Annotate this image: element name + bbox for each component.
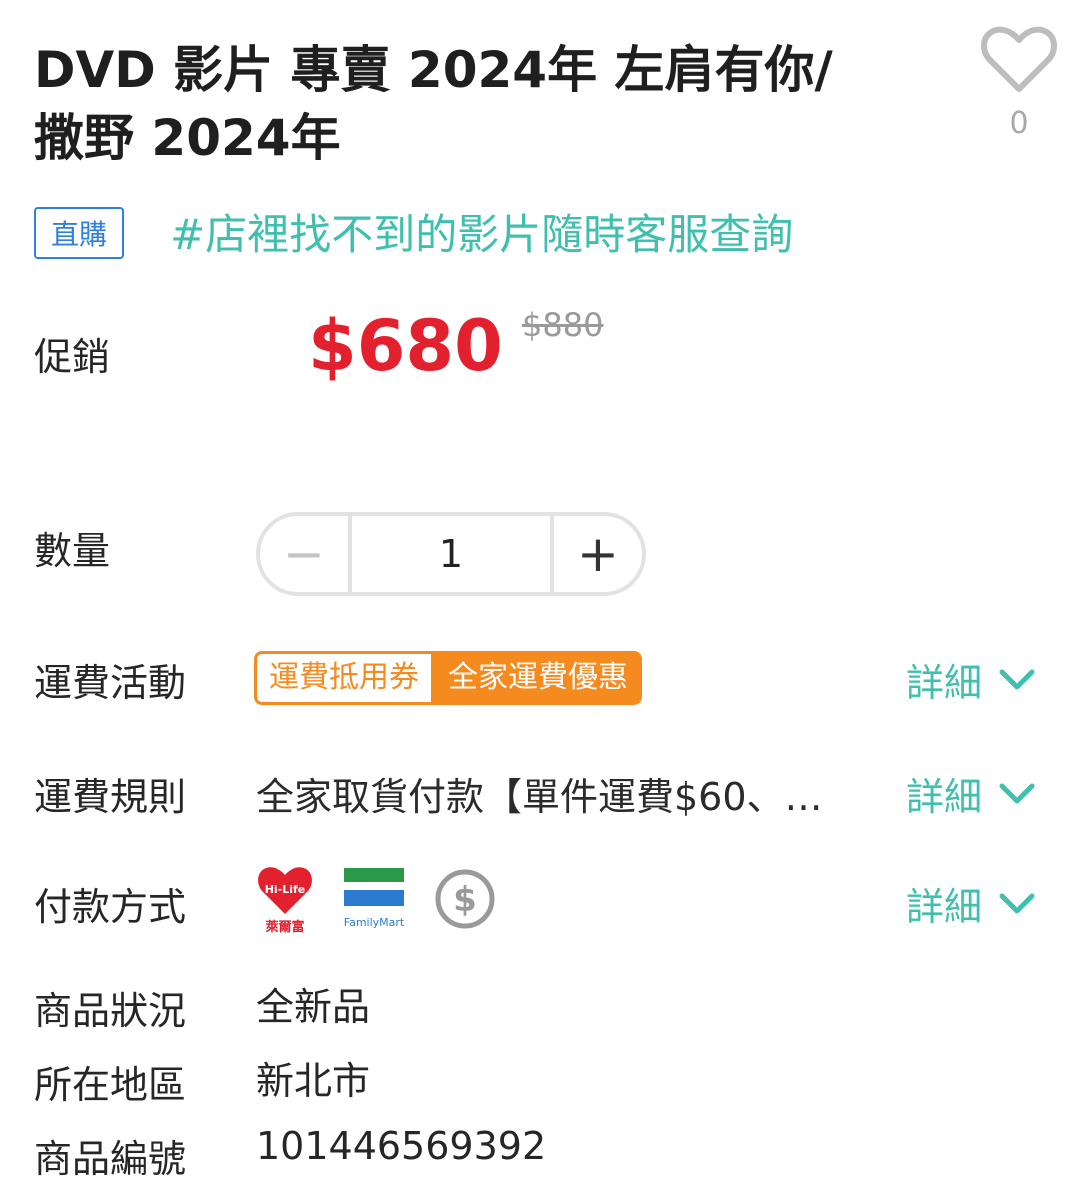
familymart-icon: FamilyMart: [344, 868, 405, 929]
sale-price: $680: [308, 305, 503, 387]
location-label: 所在地區: [34, 1063, 187, 1107]
promo-label: 促銷: [34, 335, 111, 379]
condition-value: 全新品: [256, 985, 371, 1029]
chevron-down-icon: [999, 893, 1035, 913]
favorite-count: 0: [1009, 106, 1029, 141]
quantity-stepper: − 1 +: [256, 512, 646, 596]
payment-detail-button[interactable]: 詳細: [906, 876, 1036, 931]
quantity-input[interactable]: 1: [348, 516, 554, 592]
shipping-rule-label: 運費規則: [34, 775, 187, 819]
shipping-promo-tags: 運費抵用券 全家運費優惠: [254, 651, 642, 705]
familymart-text: FamilyMart: [344, 916, 405, 929]
shipping-promo-detail-button[interactable]: 詳細: [906, 652, 1036, 707]
shipping-promo-label: 運費活動: [34, 661, 187, 705]
location-value: 新北市: [256, 1059, 371, 1103]
svg-text:$: $: [453, 880, 477, 920]
condition-label: 商品狀況: [34, 989, 187, 1033]
detail-label: 詳細: [906, 661, 983, 705]
shipping-rule-detail-button[interactable]: 詳細: [906, 766, 1036, 821]
product-id-label: 商品編號: [34, 1137, 187, 1181]
chevron-down-icon: [999, 669, 1035, 689]
cash-dollar-icon: $: [435, 869, 495, 929]
hilife-text: Hi-Life: [265, 883, 306, 896]
original-price: $880: [522, 306, 604, 344]
product-title-line2: 撒野 2024年: [34, 109, 341, 167]
chevron-down-icon: [999, 783, 1035, 803]
payment-label: 付款方式: [34, 885, 187, 929]
detail-label: 詳細: [906, 885, 983, 929]
familymart-shipping-tag: 全家運費優惠: [434, 651, 642, 705]
shipping-coupon-tag: 運費抵用券: [254, 651, 434, 705]
quantity-increase-button[interactable]: +: [554, 516, 642, 592]
product-id-value: 101446569392: [256, 1124, 547, 1168]
detail-label: 詳細: [906, 775, 983, 819]
hashtag-link[interactable]: #店裡找不到的影片隨時客服查詢: [170, 208, 793, 262]
heart-icon: [981, 26, 1057, 92]
product-title: DVD 影片 專賣 2024年 左肩有你/ 撒野 2024年: [34, 36, 934, 172]
hilife-subtext: 萊爾富: [264, 919, 304, 934]
shipping-rule-text: 全家取貨付款【單件運費$60、…: [256, 775, 823, 819]
favorite-button[interactable]: 0: [978, 26, 1060, 141]
payment-methods: Hi-Life 萊爾富 FamilyMart $: [256, 864, 524, 934]
hilife-icon: Hi-Life 萊爾富: [258, 867, 312, 934]
direct-buy-badge: 直購: [34, 207, 124, 259]
quantity-label: 數量: [34, 529, 111, 573]
quantity-decrease-button[interactable]: −: [260, 516, 348, 592]
product-title-line1: DVD 影片 專賣 2024年 左肩有你/: [34, 41, 833, 99]
